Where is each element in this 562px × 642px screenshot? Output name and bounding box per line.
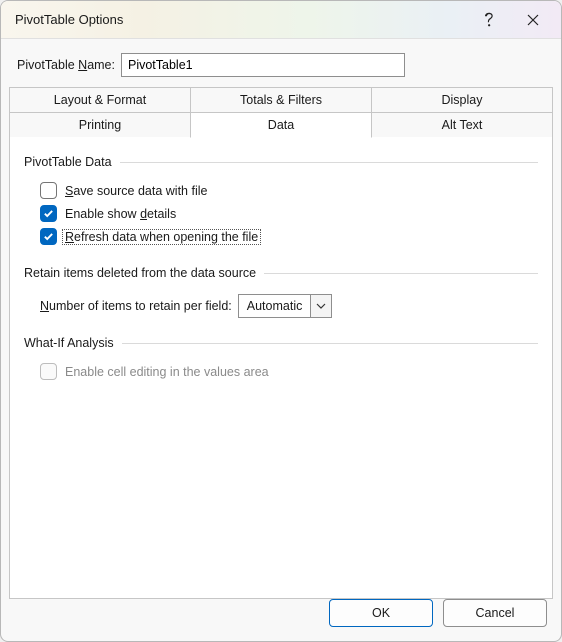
enable-show-details-row: Enable show details — [40, 202, 538, 225]
tabs-row-1: Layout & Format Totals & Filters Display — [9, 87, 553, 113]
tab-alt-text[interactable]: Alt Text — [371, 112, 553, 138]
group-retain: Number of items to retain per field: Aut… — [24, 284, 538, 330]
save-source-data-row: Save source data with file — [40, 179, 538, 202]
group-whatif: Enable cell editing in the values area — [24, 354, 538, 395]
ok-button[interactable]: OK — [329, 599, 433, 627]
tab-display[interactable]: Display — [371, 87, 553, 113]
tabs-row-2: Printing Data Alt Text — [9, 112, 553, 138]
number-items-select[interactable]: Automatic — [238, 294, 333, 318]
number-items-row: Number of items to retain per field: Aut… — [40, 290, 538, 318]
titlebar: PivotTable Options — [1, 1, 561, 39]
group-retain-legend: Retain items deleted from the data sourc… — [24, 266, 538, 280]
enable-show-details-label: Enable show details — [65, 207, 176, 221]
enable-cell-editing-checkbox — [40, 363, 57, 380]
group-whatif-legend: What-If Analysis — [24, 336, 538, 350]
save-source-data-checkbox[interactable] — [40, 182, 57, 199]
refresh-on-open-label: Refresh data when opening the file — [62, 229, 261, 245]
close-button[interactable] — [511, 5, 555, 35]
name-row: PivotTable Name: — [1, 39, 561, 87]
name-label: PivotTable Name: — [17, 58, 115, 72]
refresh-on-open-checkbox[interactable] — [40, 228, 57, 245]
refresh-on-open-row: Refresh data when opening the file — [40, 225, 538, 248]
pivottable-options-dialog: PivotTable Options PivotTable Name: Layo… — [0, 0, 562, 642]
number-items-label: Number of items to retain per field: — [40, 299, 232, 313]
tabs-area: Layout & Format Totals & Filters Display… — [1, 87, 561, 599]
tab-layout-format[interactable]: Layout & Format — [9, 87, 191, 113]
help-icon — [483, 12, 495, 28]
group-pivottable-data: Save source data with file Enable show d… — [24, 173, 538, 260]
tab-data[interactable]: Data — [190, 112, 372, 138]
dialog-title: PivotTable Options — [15, 12, 467, 27]
help-button[interactable] — [467, 5, 511, 35]
tab-printing[interactable]: Printing — [9, 112, 191, 138]
save-source-data-label: Save source data with file — [65, 184, 207, 198]
cancel-button[interactable]: Cancel — [443, 599, 547, 627]
close-icon — [527, 14, 539, 26]
number-items-value: Automatic — [238, 294, 311, 318]
chevron-down-icon — [316, 303, 326, 309]
tab-totals-filters[interactable]: Totals & Filters — [190, 87, 372, 113]
dialog-footer: OK Cancel — [1, 599, 561, 641]
number-items-dropdown-button[interactable] — [310, 294, 332, 318]
tab-panel-data: PivotTable Data Save source data with fi… — [9, 137, 553, 599]
group-pivottable-data-legend: PivotTable Data — [24, 155, 538, 169]
enable-cell-editing-label: Enable cell editing in the values area — [65, 365, 269, 379]
enable-cell-editing-row: Enable cell editing in the values area — [40, 360, 538, 383]
enable-show-details-checkbox[interactable] — [40, 205, 57, 222]
pivottable-name-input[interactable] — [121, 53, 405, 77]
